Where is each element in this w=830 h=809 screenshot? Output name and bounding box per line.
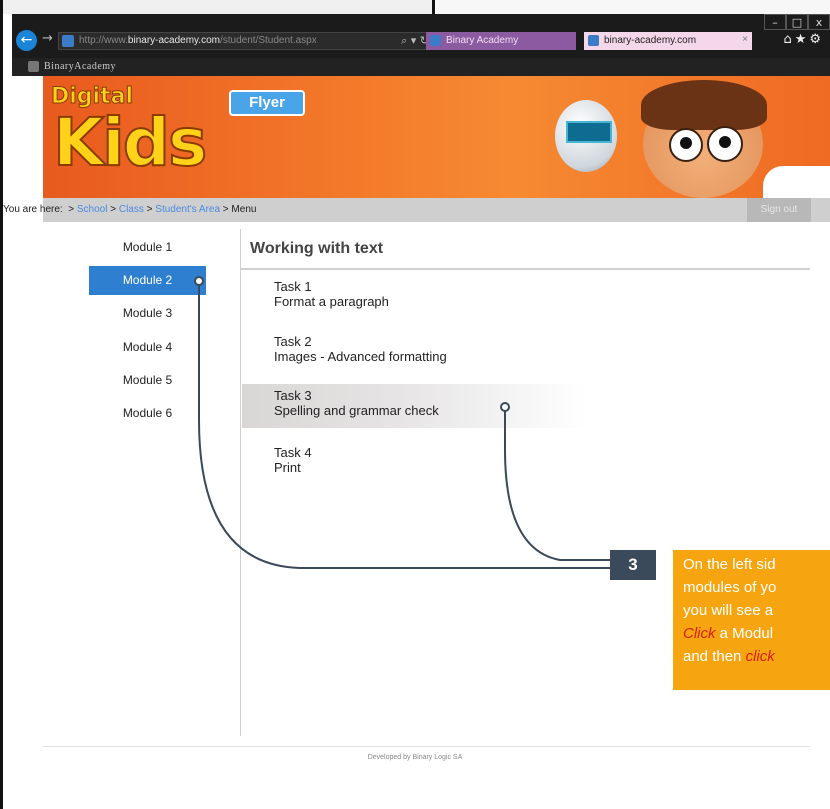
robot-screen-illustration [566, 121, 612, 143]
callout-line-3: you will see a [683, 602, 774, 619]
banner-logo-main: Kids [52, 103, 208, 182]
callout-text: and then [683, 648, 746, 665]
brand-name: BinaryAcademy [44, 61, 117, 72]
sign-out-button[interactable]: Sign out [747, 198, 811, 222]
footer-divider [43, 746, 810, 747]
sidebar-item-module-3[interactable]: Module 3 [89, 299, 206, 328]
address-bar[interactable]: http://www.binary-academy.com/student/St… [58, 32, 434, 50]
search-refresh-icons[interactable]: ⌕ ▾ ↻ [401, 34, 429, 48]
tab-favicon-icon [588, 35, 599, 46]
sidebar-item-module-5[interactable]: Module 5 [89, 366, 206, 395]
kid-shirt-illustration [763, 166, 830, 198]
minimize-button[interactable]: – [764, 14, 786, 30]
task-title: Task 4 [274, 445, 312, 460]
tab-close-icon[interactable]: × [742, 34, 748, 45]
forward-arrow-icon[interactable]: → [42, 31, 53, 46]
breadcrumb-prefix: You are here: [3, 204, 63, 215]
window-controls: – □ x [764, 14, 830, 31]
breadcrumb-class[interactable]: Class [119, 204, 144, 215]
browser-chrome: – □ x ← → http://www.binary-academy.com/… [12, 14, 830, 58]
toolbar-icons[interactable]: ⌂★⚙ [783, 32, 824, 47]
desktop-background [0, 0, 434, 14]
task-subtitle: Spelling and grammar check [274, 403, 439, 418]
task-item-1[interactable]: Task 1 Format a paragraph [242, 275, 587, 319]
navigation-bar: ← → http://www.binary-academy.com/studen… [12, 30, 830, 52]
callout-box: On the left sid modules of yo you will s… [673, 550, 830, 690]
task-item-2[interactable]: Task 2 Images - Advanced formatting [242, 330, 587, 374]
tab-label: binary-academy.com [604, 35, 697, 46]
url-text: http://www.binary-academy.com/student/St… [79, 35, 317, 46]
site-favicon-icon [62, 35, 74, 47]
brand-logo-icon [28, 61, 39, 72]
callout-emphasis: click [745, 648, 775, 665]
sidebar-item-module-2[interactable]: Module 2 [89, 266, 206, 295]
desktop-background-right [436, 0, 830, 14]
task-item-4[interactable]: Task 4 Print [242, 441, 587, 485]
task-subtitle: Images - Advanced formatting [274, 349, 447, 364]
task-title: Task 3 [274, 388, 312, 403]
site-brand-bar: BinaryAcademy [12, 58, 830, 76]
window-divider [432, 0, 435, 14]
flyer-badge: Flyer [229, 90, 305, 116]
page-title: Working with text [250, 240, 384, 257]
digital-kids-banner: Digital Kids Flyer [43, 76, 830, 198]
callout-line-1: On the left sid [683, 556, 776, 573]
task-title: Task 1 [274, 279, 312, 294]
tab-favicon-icon [430, 35, 441, 46]
sidebar-item-module-4[interactable]: Module 4 [89, 333, 206, 362]
callout-step-number: 3 [610, 550, 656, 580]
task-item-3[interactable]: Task 3 Spelling and grammar check [242, 384, 587, 428]
window-frame-edge [0, 0, 3, 809]
tab-label: Binary Academy [446, 35, 519, 46]
breadcrumb-current: Menu [231, 204, 257, 215]
sidebar-divider [240, 229, 241, 736]
task-subtitle: Print [274, 460, 301, 475]
callout-emphasis: Click [683, 625, 716, 642]
task-title: Task 2 [274, 334, 312, 349]
breadcrumb: You are here: > School > Class > Student… [3, 204, 257, 215]
tab-binary-academy-com[interactable]: binary-academy.com × [584, 32, 752, 50]
callout-text: a Modul [715, 625, 774, 642]
callout-line-2: modules of yo [683, 579, 777, 596]
callout-line-5: and then click [683, 648, 775, 665]
sidebar-item-module-6[interactable]: Module 6 [89, 399, 206, 428]
title-divider [240, 268, 810, 270]
tab-binary-academy[interactable]: Binary Academy [426, 32, 576, 50]
back-arrow-icon[interactable]: ← [16, 30, 37, 51]
kid-pupil-right [719, 136, 731, 148]
callout-line-4: Click a Modul [683, 625, 773, 642]
close-button[interactable]: x [808, 14, 830, 30]
footer-text: Developed by Binary Logic SA [367, 754, 463, 761]
sidebar-item-module-1[interactable]: Module 1 [89, 233, 206, 262]
task-subtitle: Format a paragraph [274, 294, 389, 309]
breadcrumb-students-area[interactable]: Student's Area [155, 204, 220, 215]
kid-pupil-left [680, 137, 692, 149]
maximize-button[interactable]: □ [786, 14, 808, 30]
kid-hair-illustration [641, 80, 767, 130]
breadcrumb-school[interactable]: School [77, 204, 108, 215]
